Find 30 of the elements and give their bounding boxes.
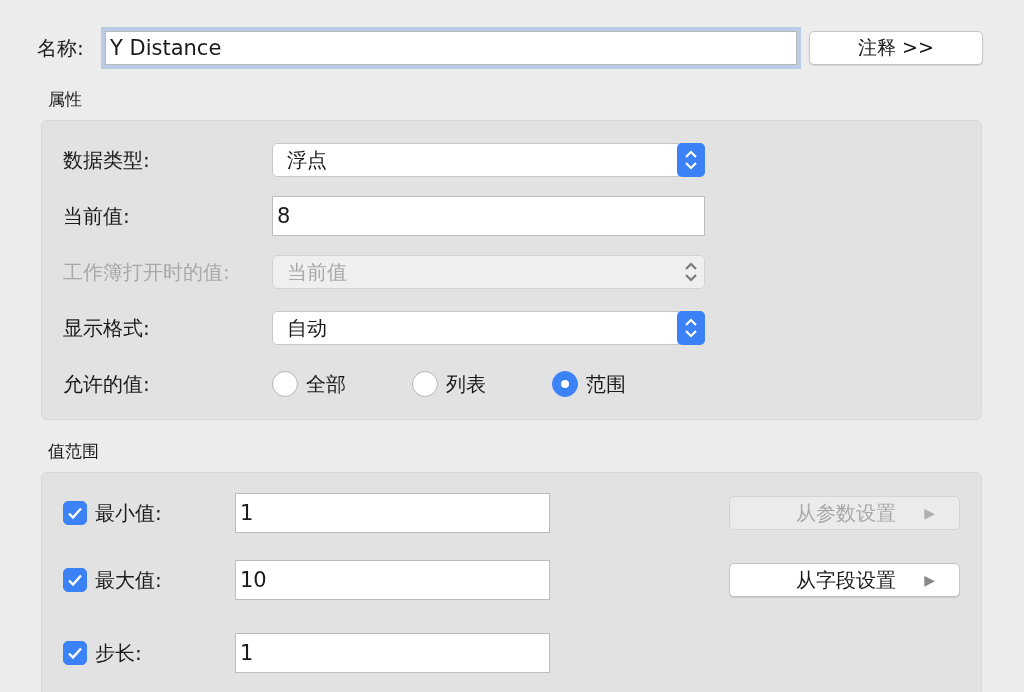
- dropdown-select[interactable]: 浮点: [272, 143, 705, 177]
- field-label: 最大值:: [95, 566, 163, 594]
- stepper-icon: [677, 311, 705, 345]
- radio-button[interactable]: [552, 371, 578, 397]
- field-label: 工作簿打开时的值:: [63, 258, 231, 286]
- radio-label: 范围: [586, 370, 626, 398]
- checkbox[interactable]: [63, 641, 87, 665]
- value-input-field[interactable]: 8: [272, 196, 705, 236]
- name-label: 名称:: [37, 34, 85, 62]
- section-title: 值范围: [48, 440, 100, 462]
- field-label: 步长:: [95, 639, 143, 667]
- radio-label: 列表: [446, 370, 486, 398]
- value-input-field[interactable]: 1: [235, 493, 550, 533]
- dropdown-select[interactable]: 自动: [272, 311, 705, 345]
- value-input-field[interactable]: 10: [235, 560, 550, 600]
- section-title: 属性: [48, 88, 83, 110]
- field-label: 显示格式:: [63, 314, 151, 342]
- field-label: 允许的值:: [63, 370, 151, 398]
- checkbox[interactable]: [63, 568, 87, 592]
- checkbox[interactable]: [63, 501, 87, 525]
- radio-label: 全部: [306, 370, 346, 398]
- field-label: 最小值:: [95, 499, 163, 527]
- radio-button[interactable]: [412, 371, 438, 397]
- radio-button[interactable]: [272, 371, 298, 397]
- field-label: 数据类型:: [63, 146, 151, 174]
- set-button[interactable]: 从字段设置 ▶: [729, 563, 960, 597]
- stepper-icon: [677, 143, 705, 177]
- field-label: 当前值:: [63, 202, 131, 230]
- value-input-field[interactable]: 1: [235, 633, 550, 673]
- comment-button[interactable]: 注释 >>: [809, 31, 983, 65]
